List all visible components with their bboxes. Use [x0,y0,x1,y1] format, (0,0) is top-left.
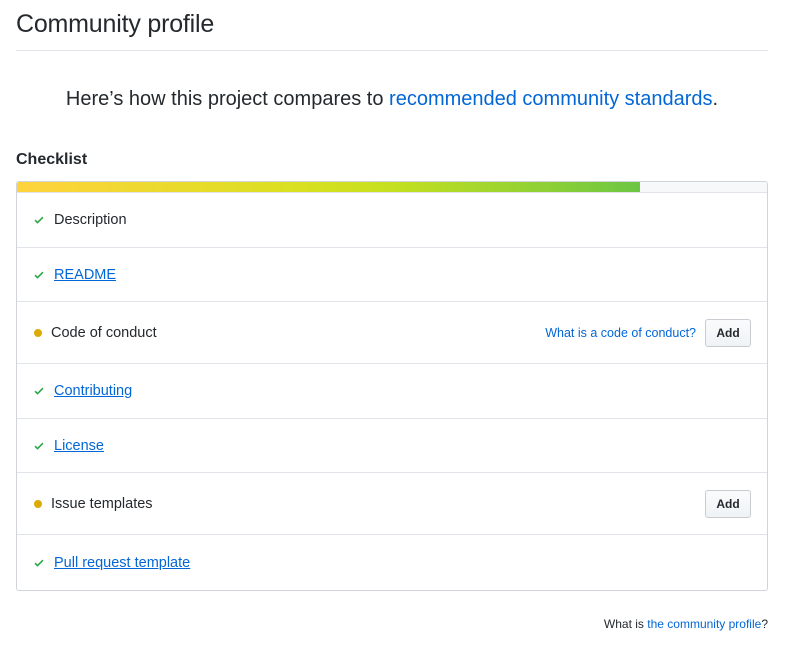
checklist-item-label: Description [54,212,127,228]
pull-request-template-link[interactable]: Pull request template [54,555,190,571]
checklist-heading: Checklist [16,151,88,168]
page-title: Community profile [16,10,215,38]
checklist-item-pull-request-template: Pull request template [17,535,767,590]
footer-suffix: ? [761,617,768,631]
checklist-box: Description README Code of conduct What … [16,181,768,591]
checklist-item-readme: README [17,248,767,302]
add-issue-templates-button[interactable]: Add [705,489,751,518]
footer-prefix: What is [603,617,648,631]
check-icon [33,213,47,227]
checklist-item-code-of-conduct: Code of conduct What is a code of conduc… [17,302,767,364]
checklist-item-description: Description [17,193,767,248]
progress-bar-fill [17,182,640,192]
intro-prefix: Here’s how this project compares to [65,88,390,110]
checklist-item-label: Code of conduct [51,324,157,341]
code-of-conduct-help-link[interactable]: What is a code of conduct? [545,326,696,340]
intro-text: Here’s how this project compares to reco… [16,88,768,111]
checklist-item-label: Issue templates [51,495,153,512]
progress-bar [17,182,767,193]
checklist-item-contributing: Contributing [17,364,767,419]
footer-text: What is the community profile? [604,617,768,631]
checklist-item-license: License [17,419,767,473]
contributing-link[interactable]: Contributing [54,383,132,399]
check-icon [33,268,47,282]
add-code-of-conduct-button[interactable]: Add [705,318,751,347]
title-divider [16,50,768,51]
community-profile-link[interactable]: the community profile [647,617,761,631]
check-icon [33,439,47,453]
intro-suffix: . [712,88,719,110]
license-link[interactable]: License [54,438,104,454]
pending-dot-icon [34,499,42,508]
check-icon [33,556,47,570]
pending-dot-icon [34,328,42,337]
checklist-item-issue-templates: Issue templates Add [17,473,767,535]
check-icon [33,384,47,398]
readme-link[interactable]: README [54,267,116,283]
community-standards-link[interactable]: recommended community standards [389,88,712,110]
